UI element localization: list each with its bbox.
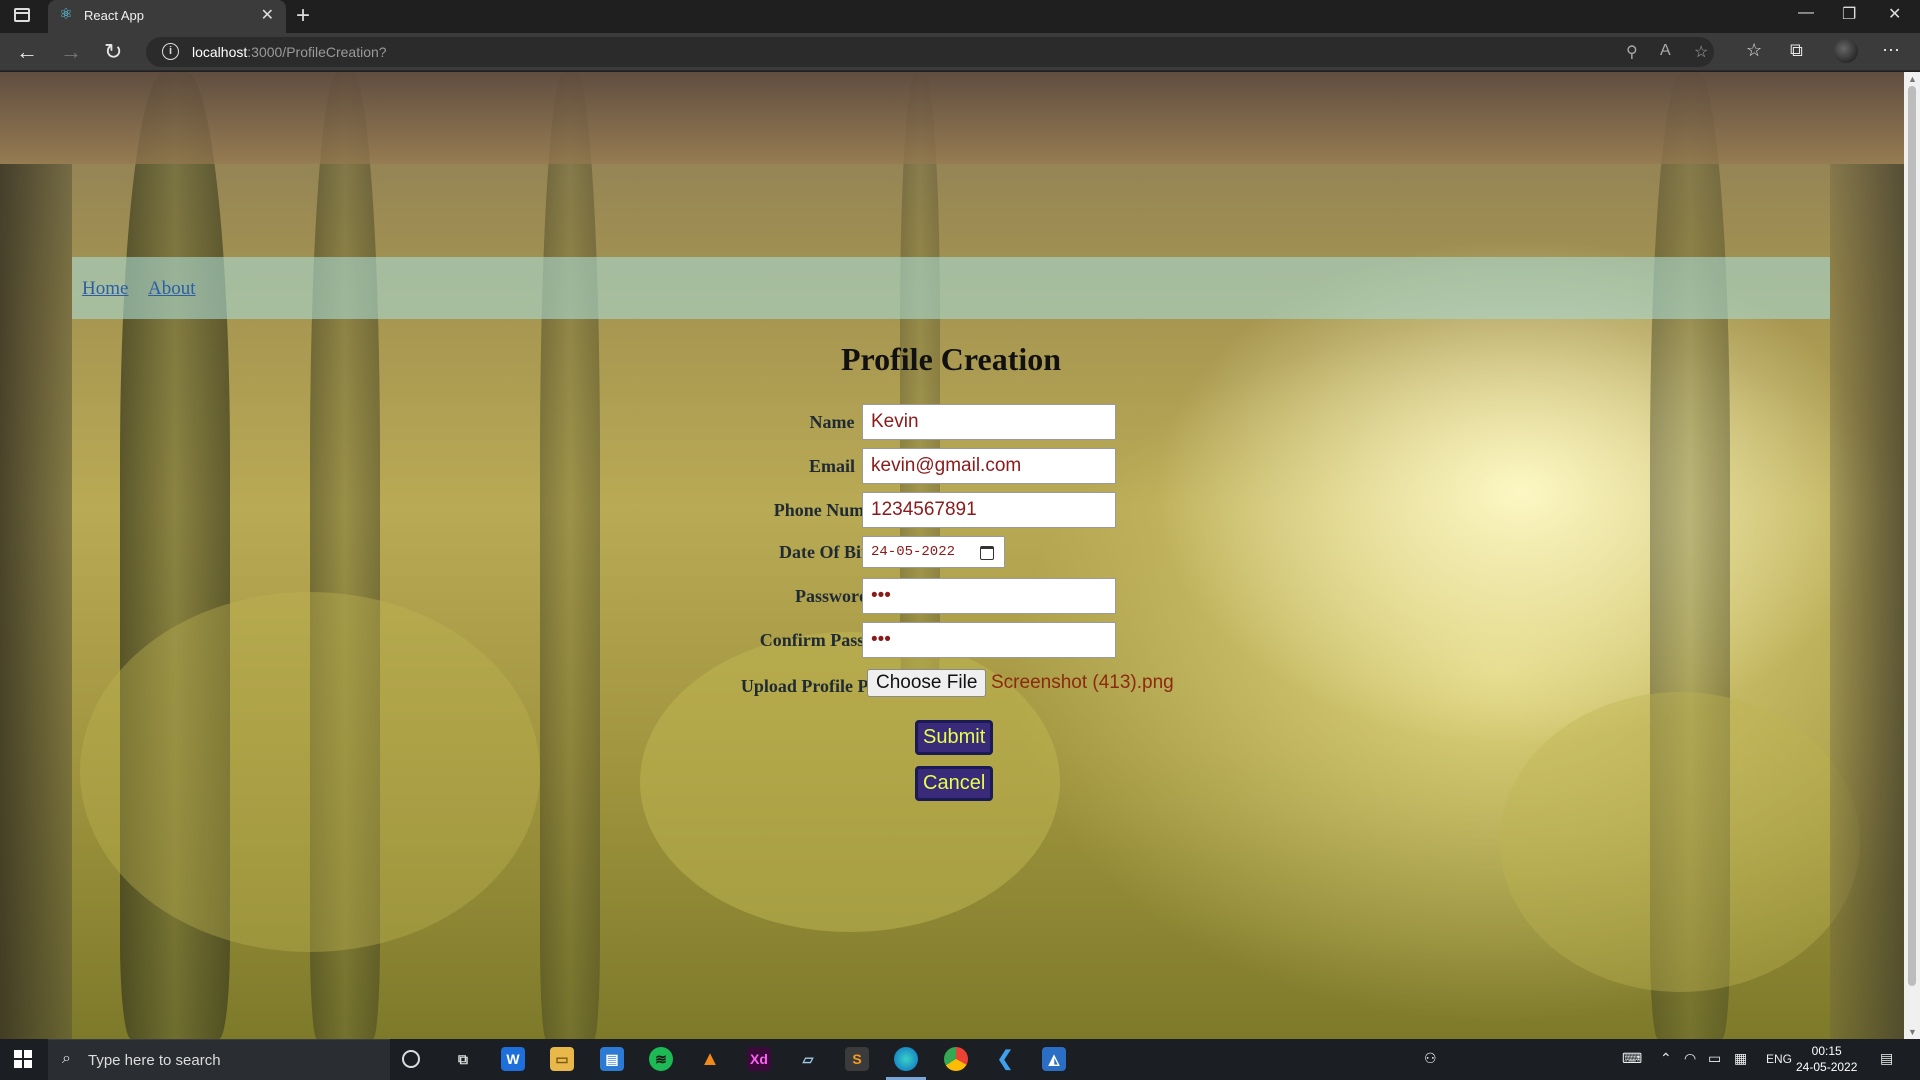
site-info-icon[interactable]: i [162, 43, 179, 60]
people-icon[interactable]: ⚇ [1424, 1050, 1437, 1067]
selected-file-name: Screenshot (413).png [991, 672, 1174, 693]
read-aloud-icon[interactable]: A [1660, 42, 1671, 60]
form-row-name: Name [72, 404, 1830, 440]
taskbar-search[interactable]: ⌕ Type here to search [48, 1039, 390, 1080]
store-icon[interactable]: ▤ [600, 1047, 624, 1071]
favorites-icon[interactable]: ☆ [1746, 40, 1762, 61]
windows-taskbar: ⌕ Type here to search ⧉ W ▭ ▤ ≋ ▲ Xd ▱ S… [0, 1039, 1920, 1080]
spotify-icon[interactable]: ≋ [649, 1047, 673, 1071]
scrollbar-thumb[interactable] [1908, 86, 1916, 986]
phone-input[interactable] [862, 492, 1116, 528]
email-input[interactable] [862, 448, 1116, 484]
language-indicator[interactable]: ENG [1766, 1052, 1792, 1066]
page-title: Profile Creation [840, 341, 1062, 377]
clock-date: 24-05-2022 [1796, 1060, 1858, 1074]
submit-button[interactable]: Submit [915, 720, 994, 755]
browser-toolbar: ← → ↻ i localhost:3000/ProfileCreation? … [0, 33, 1920, 71]
form-row-phone: Phone Number [72, 492, 1830, 528]
input-indicator-icon[interactable]: ▦ [1734, 1050, 1747, 1067]
name-input[interactable] [862, 404, 1116, 440]
tab-title: React App [84, 8, 144, 23]
nav-link-home[interactable]: Home [82, 278, 128, 300]
form-row-dob: Date Of Birth [72, 536, 1830, 572]
restore-icon[interactable]: ❐ [1842, 4, 1856, 24]
page-viewport: Home About Profile Creation Name Email P… [0, 72, 1904, 1039]
refresh-icon[interactable]: ↻ [104, 39, 122, 65]
close-window-icon[interactable]: ✕ [1888, 4, 1901, 24]
choose-file-button[interactable]: Choose File [867, 669, 987, 697]
react-favicon-icon: ⚛ [59, 6, 73, 23]
photos-icon[interactable]: ◭ [1042, 1047, 1066, 1071]
browser-tab-bar: ⚛ React App ✕ + — ❐ ✕ [0, 0, 1920, 33]
profile-avatar[interactable] [1834, 39, 1858, 63]
file-explorer-icon[interactable]: ▭ [550, 1047, 574, 1071]
search-icon: ⌕ [62, 1050, 71, 1067]
form-row-email: Email [72, 448, 1830, 484]
page-scrollbar[interactable]: ▲ ▼ [1904, 72, 1920, 1039]
page-border-right [1830, 164, 1904, 1039]
url-text: localhost:3000/ProfileCreation? [192, 44, 387, 60]
sublime-text-icon[interactable]: S [845, 1047, 869, 1071]
desktop-window: ⚛ React App ✕ + — ❐ ✕ ← → ↻ i localhost:… [0, 0, 1920, 1080]
notes-app-icon[interactable]: ▱ [796, 1047, 820, 1071]
scroll-up-icon[interactable]: ▲ [1908, 74, 1917, 84]
system-clock[interactable]: 00:15 24-05-2022 [1796, 1043, 1857, 1075]
forward-icon[interactable]: → [60, 39, 82, 65]
tab-actions-icon[interactable] [14, 8, 30, 22]
more-menu-icon[interactable]: ⋯ [1882, 40, 1900, 61]
clock-time: 00:15 [1811, 1044, 1842, 1058]
start-icon[interactable] [14, 1050, 32, 1068]
notifications-icon[interactable]: ▤ [1880, 1050, 1893, 1067]
confirm-password-input[interactable] [862, 622, 1116, 658]
wifi-icon[interactable]: ◠ [1684, 1050, 1696, 1067]
task-view-icon[interactable]: ⧉ [451, 1047, 475, 1071]
form-row-password: Password [72, 578, 1830, 614]
battery-icon[interactable]: ▭ [1708, 1050, 1721, 1067]
add-favorite-icon[interactable]: ☆ [1694, 42, 1708, 62]
back-icon[interactable]: ← [16, 39, 38, 65]
address-bar[interactable]: i localhost:3000/ProfileCreation? ⚲ A ☆ [146, 37, 1714, 67]
close-tab-icon[interactable]: ✕ [261, 5, 274, 25]
background-canopy [0, 72, 1904, 164]
app-container: Home About Profile Creation Name Email P… [72, 165, 1830, 1039]
scroll-down-icon[interactable]: ▼ [1908, 1027, 1917, 1037]
form-row-upload: Upload Profile Picture Choose File Scree… [72, 668, 1830, 704]
edge-icon[interactable] [894, 1047, 918, 1071]
browser-tab-active[interactable]: ⚛ React App ✕ [48, 0, 286, 33]
page-border-left [0, 164, 72, 1039]
calendar-icon[interactable] [980, 546, 994, 560]
app-available-icon[interactable]: ⚲ [1626, 42, 1638, 62]
new-tab-icon[interactable]: + [296, 2, 310, 30]
vscode-icon[interactable]: ❮ [993, 1047, 1017, 1071]
navbar: Home About [72, 257, 1830, 319]
cortana-icon[interactable] [402, 1050, 420, 1068]
adobe-xd-icon[interactable]: Xd [747, 1047, 771, 1071]
word-app-icon[interactable]: W [501, 1047, 525, 1071]
chrome-icon[interactable] [944, 1047, 968, 1071]
password-input[interactable] [862, 578, 1116, 614]
collections-icon[interactable]: ⧉ [1790, 40, 1803, 61]
cancel-button[interactable]: Cancel [915, 766, 994, 801]
show-hidden-icons[interactable]: ⌃ [1660, 1050, 1672, 1067]
form-row-confirm-password: Confirm Password [72, 622, 1830, 658]
nav-link-about[interactable]: About [148, 278, 196, 300]
search-placeholder: Type here to search [88, 1052, 221, 1069]
vlc-icon[interactable]: ▲ [698, 1047, 722, 1071]
keyboard-icon[interactable]: ⌨ [1622, 1050, 1642, 1067]
minimize-icon[interactable]: — [1798, 4, 1814, 22]
